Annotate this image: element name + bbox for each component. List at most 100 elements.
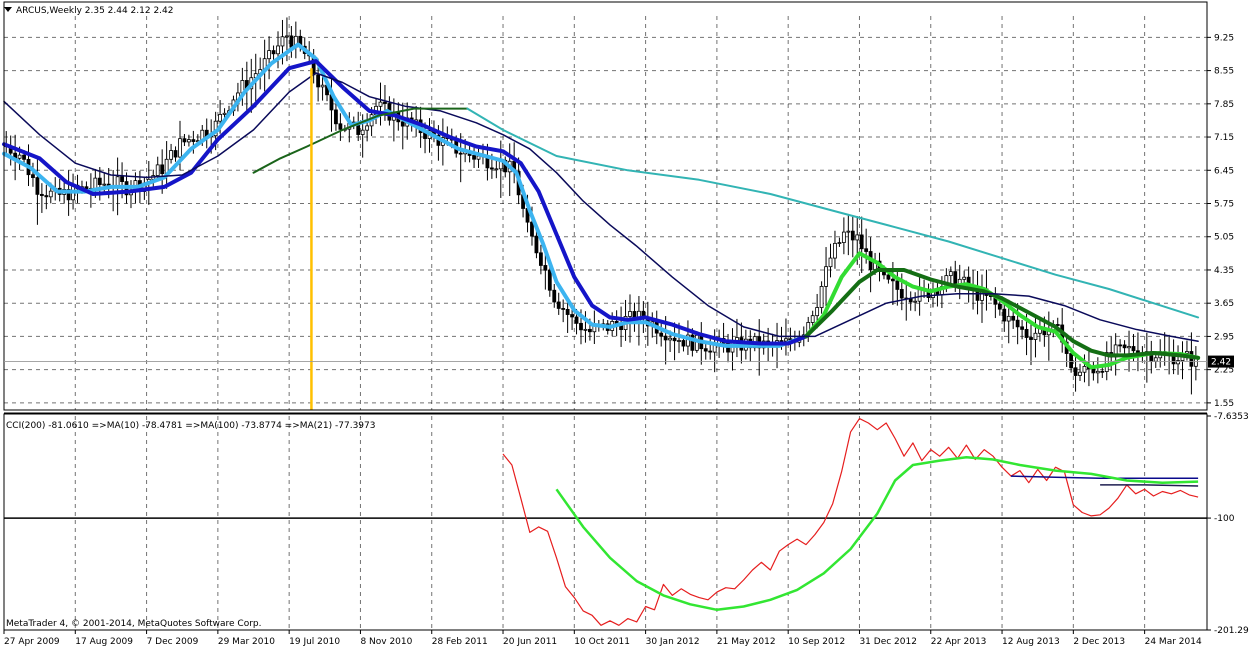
candle-body (574, 316, 579, 324)
current-price-label: 2.42 (1211, 358, 1231, 368)
candle-body (102, 183, 107, 186)
candle-body (556, 301, 561, 309)
candle-body (182, 138, 187, 143)
price-tick-label: 9.25 (1214, 33, 1234, 43)
time-tick-label: 22 Apr 2013 (931, 637, 987, 647)
indicator-tick-label: -100 (1214, 514, 1235, 524)
time-tick-label: 8 Nov 2010 (360, 637, 412, 647)
candle-body (365, 125, 370, 131)
time-tick-label: 19 Jul 2010 (289, 637, 340, 647)
candle-body (703, 348, 708, 352)
chart-svg[interactable]: 9.25 8.55 7.85 7.15 6.45 5.75 5.05 4.35 3.65 2.95… (0, 0, 1249, 651)
candle-body (561, 308, 566, 310)
price-tick-label: 5.05 (1214, 233, 1234, 243)
time-tick-label: 24 Mar 2014 (1145, 637, 1202, 647)
candle-body (552, 289, 557, 303)
price-tick-label: 7.15 (1214, 133, 1234, 143)
candle-body (588, 328, 592, 333)
candle-body (855, 234, 860, 241)
candle-body (1176, 360, 1180, 365)
candle-body (846, 230, 851, 233)
candle-body (850, 230, 855, 241)
candle-body (187, 139, 191, 143)
candle-body (338, 123, 343, 130)
price-tick-label: 6.45 (1214, 166, 1234, 176)
candle-body (1122, 344, 1127, 349)
candle-body (1006, 315, 1011, 322)
candle-body (44, 195, 49, 198)
price-tick-label: 5.75 (1214, 200, 1234, 210)
price-tick-label: 4.35 (1214, 266, 1234, 276)
candle-body (565, 308, 570, 315)
candle-body (668, 337, 673, 341)
time-tick-label: 20 Jun 2011 (503, 637, 557, 647)
candle-body (659, 332, 664, 337)
candle-body (472, 155, 476, 160)
price-tick-label: 2.95 (1214, 332, 1234, 342)
candle-body (953, 271, 958, 285)
indicator-tick-label: -201.291 (1214, 626, 1249, 636)
candle-body (48, 190, 53, 198)
candle-body (543, 265, 548, 271)
candle-body (267, 50, 272, 60)
candle-body (810, 315, 815, 323)
candle-body (837, 242, 842, 244)
candle-body (890, 278, 895, 282)
candle-body (169, 150, 173, 160)
candle-body (360, 129, 365, 135)
candle-body (579, 322, 583, 331)
time-tick-label: 27 Apr 2009 (4, 637, 60, 647)
price-tick-label: 7.85 (1214, 100, 1234, 110)
price-tick-label: 8.55 (1214, 67, 1234, 77)
candle-body (570, 314, 574, 318)
candle-body (1078, 371, 1082, 376)
candle-body (663, 335, 668, 341)
candle-body (1024, 328, 1029, 338)
candle-body (97, 177, 102, 185)
time-tick-label: 2 Dec 2013 (1073, 637, 1125, 647)
candle-body (280, 36, 285, 47)
candle-body (917, 289, 922, 302)
candle-body (173, 150, 178, 158)
candle-body (1002, 308, 1007, 322)
time-tick-label: 7 Dec 2009 (147, 637, 199, 647)
candle-body (779, 340, 784, 342)
chart-title: ARCUS,Weekly 2.35 2.44 2.12 2.42 (16, 6, 174, 16)
candle-body (17, 154, 22, 159)
candle-body (1100, 370, 1105, 373)
candle-body (222, 112, 227, 115)
candle-body (334, 109, 338, 125)
candle-body (895, 280, 900, 290)
candle-body (824, 266, 828, 287)
candle-body (583, 328, 588, 331)
candle-body (31, 174, 35, 178)
candle-body (155, 164, 160, 176)
candle-body (378, 101, 383, 107)
time-tick-label: 21 May 2012 (717, 637, 776, 647)
candle-body (178, 138, 182, 158)
candle-body (1033, 332, 1038, 340)
time-tick-label: 29 Mar 2010 (218, 637, 275, 647)
candle-body (1069, 353, 1074, 369)
candle-body (859, 234, 864, 250)
candle-body (93, 177, 98, 189)
candle-body (35, 177, 40, 195)
candle-body (628, 311, 632, 317)
candle-body (276, 45, 280, 55)
copyright-text: MetaTrader 4, © 2001-2014, MetaQuotes So… (6, 619, 262, 629)
time-tick-label: 17 Aug 2009 (75, 637, 133, 647)
candle-body (681, 340, 686, 347)
candle-body (948, 271, 953, 277)
candle-body (819, 286, 824, 308)
candle-body (672, 337, 677, 342)
candle-body (320, 84, 325, 88)
candle-body (160, 164, 165, 175)
candle-body (400, 121, 405, 127)
candle-body (494, 168, 499, 171)
candle-body (120, 176, 124, 182)
candle-body (864, 248, 869, 252)
candle-body (833, 242, 837, 259)
candle-body (1082, 366, 1087, 373)
candle-body (913, 300, 918, 303)
candle-body (1118, 344, 1123, 347)
